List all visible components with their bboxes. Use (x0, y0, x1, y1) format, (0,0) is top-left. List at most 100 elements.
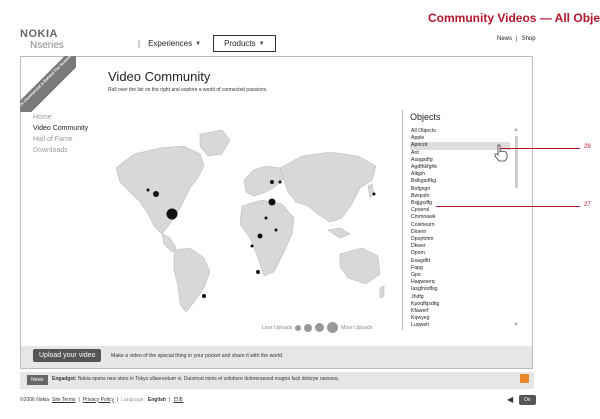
top-nav: | Experiences ▼ Products ▼ (138, 35, 276, 52)
object-list-item[interactable]: Apple (410, 135, 510, 142)
privacy-policy-link[interactable]: Privacy Policy (83, 397, 114, 403)
sidebar-item-video-community[interactable]: Video Community (33, 123, 88, 134)
map-asia (279, 151, 377, 223)
object-list-item[interactable]: Fapg (410, 265, 510, 272)
object-list-item[interactable]: Agdfhkfghk (410, 164, 510, 171)
object-list-item[interactable]: Bofgngn (410, 186, 510, 193)
nav-products-label: Products (224, 39, 256, 48)
language-label: Language: (121, 396, 145, 403)
upload-description: Make a video of the special thing in you… (111, 353, 284, 359)
sidebar-item-downloads[interactable]: Downloads (33, 145, 88, 156)
object-list-item[interactable]: Kfawerf (410, 308, 510, 315)
ribbon-label: TV Commercial & Behind The Scenes (20, 56, 76, 112)
object-list-item[interactable]: Cpoerol (410, 207, 510, 214)
nav-products[interactable]: Products ▼ (213, 35, 276, 52)
legend-dot-large (315, 323, 325, 332)
page-title: Video Community (108, 69, 211, 84)
upload-bubble (202, 294, 206, 298)
callout-line-28 (500, 148, 580, 149)
object-list-item[interactable]: Cmmnawk (410, 214, 510, 221)
upload-bubble (153, 191, 159, 197)
sound-toggle-button[interactable]: On (519, 395, 536, 405)
footer: ©2006 Nokia Site Terms | Privacy Policy … (20, 396, 183, 404)
shop-link[interactable]: Shop (522, 36, 536, 42)
callout-number-27: 27 (584, 202, 591, 208)
object-list-item[interactable]: Kqwyeg (410, 315, 510, 322)
map-africa (239, 199, 295, 277)
object-list-item[interactable]: Dpom (410, 250, 510, 257)
objects-divider (402, 110, 403, 330)
nokia-nseries-logo[interactable]: NOKIA Nseries (20, 29, 64, 52)
chevron-down-icon: ▼ (258, 40, 265, 47)
news-source: Engadget: (52, 376, 77, 382)
spec-title: Community Videos — All Objects (428, 11, 600, 25)
world-map[interactable] (104, 126, 386, 316)
logo-nseries: Nseries (30, 40, 64, 51)
object-list-item[interactable]: Dpojrtmm (410, 236, 510, 243)
rss-icon[interactable] (520, 374, 529, 383)
object-list-item[interactable]: Iasgfnsdfsg (410, 286, 510, 293)
map-south-america (173, 247, 211, 313)
scroll-down-icon[interactable]: ▼ (513, 322, 519, 328)
map-central-america (161, 233, 177, 253)
callout-line-27 (436, 206, 580, 207)
object-list-item[interactable]: Cosiheurn (410, 222, 510, 229)
legend-less-label: Less Uploads (262, 324, 293, 331)
page-subtitle: Roll over the list on the right and expl… (108, 87, 268, 93)
chevron-down-icon: ▼ (195, 40, 202, 47)
object-list-item[interactable]: Kpoqfkjsdkg (410, 301, 510, 308)
object-list-item[interactable]: Bslkgsdfkg (410, 178, 510, 185)
map-new-zealand (379, 285, 385, 299)
upload-bubble (278, 180, 282, 184)
news-link[interactable]: News (497, 36, 512, 42)
nav-experiences[interactable]: Experiences ▼ (148, 39, 201, 48)
map-north-america (115, 145, 205, 235)
object-list-item[interactable]: Bwqsdn (410, 193, 510, 200)
site-terms-link[interactable]: Site Terms (52, 397, 76, 403)
map-indonesia (327, 227, 351, 239)
upload-bubble (146, 188, 150, 192)
footer-separator: | (78, 396, 80, 403)
speaker-icon[interactable]: ◀ (507, 395, 513, 404)
footer-separator: | (168, 396, 171, 403)
legend-dot-small (295, 324, 302, 331)
upload-bubble (256, 270, 260, 274)
news-ticker[interactable]: Engadget: Nokia opens new store in Tokyo… (52, 376, 339, 382)
object-list-item[interactable]: Gpo (410, 272, 510, 279)
object-list-item[interactable]: Haqwoerq (410, 279, 510, 286)
object-list-item[interactable]: Esagdfd (410, 258, 510, 265)
nav-separator: | (138, 39, 141, 48)
object-list-item[interactable]: Alkjph (410, 171, 510, 178)
corner-ribbon[interactable]: TV Commercial & Behind The Scenes (20, 56, 76, 112)
upload-legend: Less Uploads More Uploads (262, 322, 372, 333)
objects-title: Objects (410, 112, 441, 122)
legend-more-label: More Uploads (341, 324, 373, 331)
object-list-item[interactable]: Dioern (410, 229, 510, 236)
object-list-item[interactable]: All Objects (410, 128, 510, 135)
sidebar-item-hall-of-fame[interactable]: Hall of Fame (33, 134, 88, 145)
util-separator: | (516, 36, 518, 42)
footer-separator: | (116, 396, 119, 403)
language-english[interactable]: English (148, 397, 166, 403)
object-list-item[interactable]: Dkwer (410, 243, 510, 250)
object-list-item[interactable]: Luqweh (410, 322, 510, 329)
object-list-item[interactable]: Jhdfg (410, 294, 510, 301)
legend-dot-medium (304, 323, 313, 332)
copyright: ©2006 Nokia (20, 396, 49, 403)
sidebar-item-home[interactable]: Home (33, 112, 88, 123)
map-australia (339, 247, 381, 285)
upload-bubble (274, 228, 278, 232)
legend-dot-xlarge (327, 322, 339, 333)
upload-video-button[interactable]: Upload your video (33, 349, 102, 362)
map-greenland (199, 129, 231, 157)
upload-bubble (268, 198, 276, 206)
language-japanese[interactable]: 日本 (173, 396, 183, 403)
scroll-up-icon[interactable]: ▲ (513, 127, 519, 133)
list-scrollbar[interactable] (515, 136, 518, 188)
news-headline: Nokia opens new store in Tokyo ullaoreet… (77, 376, 340, 382)
upload-bubble (257, 233, 263, 239)
upload-bubble (264, 216, 268, 220)
upload-bubble (166, 208, 178, 220)
hand-cursor-icon (494, 144, 508, 162)
callout-number-28: 28 (584, 144, 591, 150)
